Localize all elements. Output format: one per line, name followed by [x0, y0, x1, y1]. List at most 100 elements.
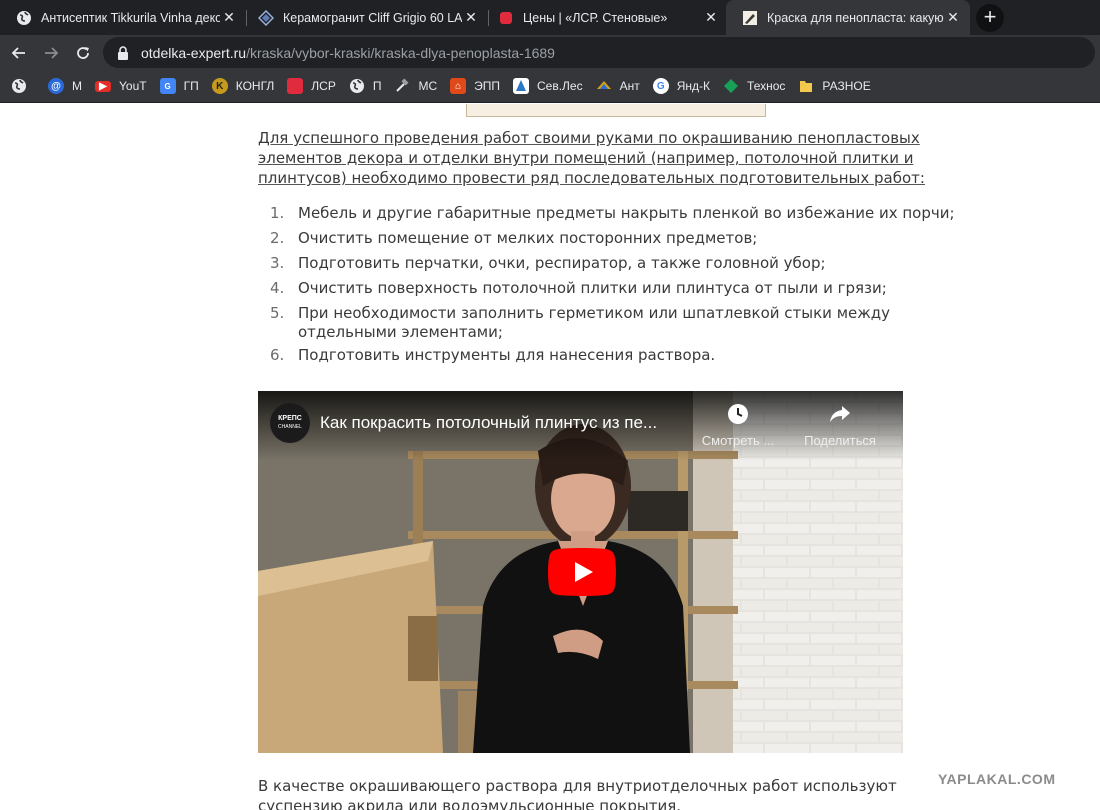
bookmark-label: Ант: [619, 79, 640, 93]
forest-icon: [513, 78, 529, 94]
hammer-icon: [394, 78, 410, 94]
watch-later-label: Смотреть ...: [701, 433, 775, 448]
bookmark-label: Сев.Лес: [537, 79, 583, 93]
list-item: 1. Мебель и другие габаритные предметы на…: [258, 204, 978, 223]
bookmark-label: ЛСР: [311, 79, 336, 93]
bookmark-label: ГП: [183, 79, 199, 93]
share-label: Поделиться: [804, 433, 876, 448]
article-image-bottom-edge: [466, 104, 766, 117]
address-bar[interactable]: otdelka-expert.ru/kraska/vybor-kraski/kr…: [103, 37, 1095, 68]
bookmark-label: РАЗНОЕ: [822, 79, 871, 93]
tab-lsr-prices[interactable]: Цены | «ЛСР. Стеновые» ✕: [482, 0, 728, 35]
list-number: 6.: [270, 346, 285, 364]
list-number: 2.: [270, 229, 285, 247]
youtube-play-button[interactable]: [548, 548, 616, 596]
bookmarks-bar: @ М ▶ YouT G ГП K КОНГЛ ЛСР П МС ⌂ ЭПП С…: [0, 70, 1100, 103]
bookmark-label: П: [372, 79, 382, 93]
bookmark-globe[interactable]: [11, 74, 35, 98]
share-arrow-icon: [794, 401, 886, 427]
back-button[interactable]: [6, 40, 32, 66]
tab-keramogranit[interactable]: Керамогранит Cliff Grigio 60 LAS ✕: [242, 0, 488, 35]
bookmark-ant[interactable]: Ант: [596, 74, 640, 98]
bookmark-tehnos[interactable]: Технос: [723, 74, 785, 98]
list-item: 3. Подготовить перчатки, очки, респиратор…: [258, 254, 978, 273]
bookmark-raznoe[interactable]: РАЗНОЕ: [798, 74, 871, 98]
intro-paragraph[interactable]: Для успешного проведения работ своими ру…: [258, 128, 978, 188]
list-item: 5. При необходимости заполнить герметиком…: [258, 304, 978, 342]
clock-icon: [692, 401, 784, 427]
watch-later-button[interactable]: Смотреть ...: [692, 401, 784, 448]
list-item-text: Очистить помещение от мелких посторонних…: [298, 229, 758, 247]
lsr-icon: [287, 78, 304, 94]
bookmark-p[interactable]: П: [349, 74, 382, 98]
close-icon[interactable]: ✕: [462, 9, 480, 27]
reload-icon: [77, 47, 89, 59]
bookmark-ms[interactable]: МС: [394, 74, 437, 98]
close-icon[interactable]: ✕: [944, 9, 962, 27]
tab-title: Цены | «ЛСР. Стеновые»: [523, 10, 668, 25]
tab-title: Антисептик Tikkurila Vinha декор: [41, 10, 220, 25]
google-icon: G: [652, 78, 669, 94]
list-item-text: Подготовить перчатки, очки, респиратор, …: [298, 254, 826, 272]
arrow-left-icon: [11, 47, 25, 59]
lsr-icon: [498, 10, 514, 26]
globe-icon: [11, 78, 27, 94]
bookmark-mail[interactable]: @ М: [48, 74, 82, 98]
close-icon[interactable]: ✕: [220, 9, 238, 27]
channel-subtitle: CHANNEL: [278, 424, 302, 430]
epp-icon: ⌂: [450, 78, 467, 94]
paint-icon: [742, 10, 758, 26]
youtube-icon: ▶: [95, 80, 111, 92]
bookmark-label: М: [72, 79, 82, 93]
new-tab-button[interactable]: +: [976, 4, 1004, 32]
forward-button[interactable]: [38, 40, 64, 66]
ant-icon: [596, 78, 612, 94]
bookmark-label: МС: [418, 79, 438, 93]
tab-title: Краска для пенопласта: какую в: [767, 10, 944, 25]
bookmark-yand-k[interactable]: G Янд-К: [652, 74, 711, 98]
globe-icon: [16, 10, 32, 26]
reload-button[interactable]: [70, 40, 96, 66]
google-maps-icon: G: [159, 78, 176, 94]
k-coin-icon: K: [211, 78, 228, 94]
bookmark-lsr[interactable]: ЛСР: [287, 74, 336, 98]
list-item: 2. Очистить помещение от мелких посторонн…: [258, 229, 978, 248]
house-icon: [723, 78, 739, 94]
bookmark-label: ЭПП: [474, 79, 500, 93]
tab-kraska-penoplast[interactable]: Краска для пенопласта: какую в ✕: [726, 0, 970, 35]
bookmark-kongl[interactable]: K КОНГЛ: [211, 74, 275, 98]
share-button[interactable]: Поделиться: [794, 401, 886, 448]
mail-at-icon: @: [48, 78, 64, 94]
list-item-text: Очистить поверхность потолочной плитки и…: [298, 279, 887, 297]
close-icon[interactable]: ✕: [702, 9, 720, 27]
globe-icon: [349, 78, 365, 94]
star-logo-icon: [258, 9, 274, 26]
outro-paragraph: В качестве окрашивающего раствора для вн…: [258, 777, 897, 810]
lock-icon: [118, 45, 128, 60]
arrow-right-icon: [45, 47, 59, 59]
bookmark-sevles[interactable]: Сев.Лес: [513, 74, 583, 98]
tab-title: Керамогранит Cliff Grigio 60 LAS: [283, 10, 462, 25]
youtube-video-embed[interactable]: КРЕПС CHANNEL Как покрасить потолочный п…: [258, 391, 903, 753]
tab-strip: Антисептик Tikkurila Vinha декор ✕ Керам…: [0, 0, 1100, 35]
preparation-steps-list: 1. Мебель и другие габаритные предметы на…: [258, 204, 978, 371]
list-number: 5.: [270, 304, 285, 322]
video-title[interactable]: Как покрасить потолочный плинтус из пе..…: [320, 413, 700, 433]
bookmark-youtube[interactable]: ▶ YouT: [95, 74, 147, 98]
bookmark-label: Технос: [747, 79, 786, 93]
list-item: 4. Очистить поверхность потолочной плитки…: [258, 279, 978, 298]
browser-toolbar: otdelka-expert.ru/kraska/vybor-kraski/kr…: [0, 35, 1100, 70]
tab-tikkurila[interactable]: Антисептик Tikkurila Vinha декор ✕: [0, 0, 246, 35]
list-number: 3.: [270, 254, 285, 272]
list-item: 6. Подготовить инструменты для нанесения …: [258, 346, 978, 365]
bookmark-epp[interactable]: ⌂ ЭПП: [450, 74, 500, 98]
watermark: YAPLAKAL.COM: [938, 771, 1056, 787]
bookmark-label: КОНГЛ: [235, 79, 275, 93]
folder-icon: [798, 78, 814, 94]
bookmark-gp[interactable]: G ГП: [159, 74, 199, 98]
list-number: 1.: [270, 204, 285, 222]
channel-name: КРЕПС: [278, 415, 302, 422]
channel-avatar[interactable]: КРЕПС CHANNEL: [270, 403, 310, 443]
bookmark-label: Янд-К: [676, 79, 711, 93]
page-content: Для успешного проведения работ своими ру…: [0, 104, 1100, 810]
